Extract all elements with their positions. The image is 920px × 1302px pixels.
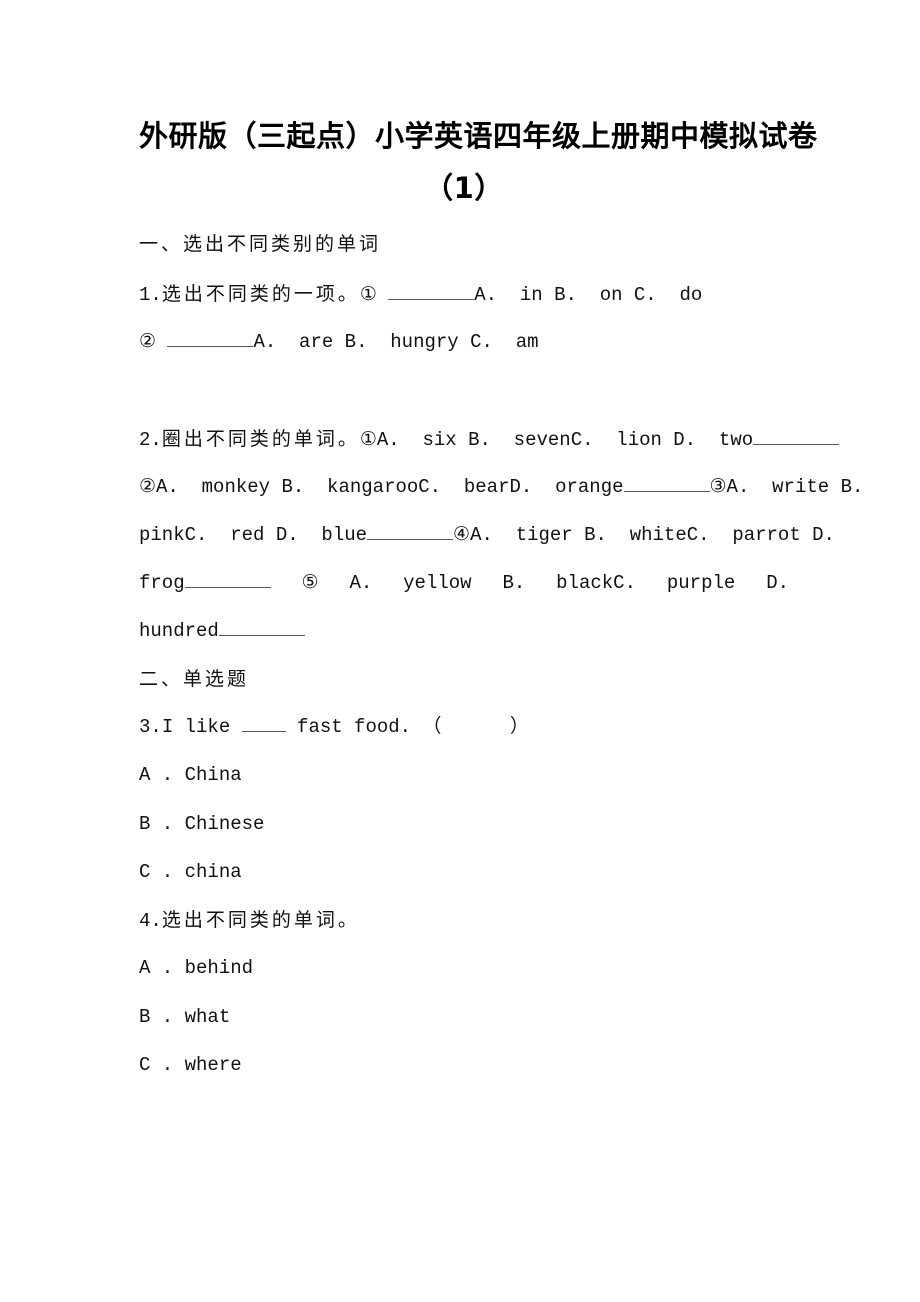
- question-4-prompt: 4.选出不同类的单词。: [139, 908, 360, 933]
- option-word: frog: [139, 571, 271, 595]
- answer-blank[interactable]: [623, 475, 710, 492]
- question-prompt: 选出不同类的一项。: [161, 283, 360, 305]
- item-marker: ①: [359, 284, 377, 306]
- options-text: pinkC. red D. blue: [139, 524, 368, 546]
- section-heading: 二、单选题: [139, 668, 250, 690]
- option-word: purple: [666, 572, 736, 594]
- answer-blank[interactable]: [367, 523, 454, 540]
- question-1-line-2: ② A. are B. hungry C. am: [139, 330, 539, 354]
- question-2-line-4: frog ⑤ A. yellow B. blackC. purple D.: [139, 571, 789, 595]
- question-2-line-5: hundred: [139, 619, 305, 643]
- option-word: yellow: [403, 572, 472, 594]
- document-title-number: （1）: [424, 171, 504, 205]
- options-text: ②A. monkey B. kangarooC. bearD. orange: [139, 476, 624, 498]
- answer-blank[interactable]: [388, 283, 475, 300]
- answer-blank[interactable]: [218, 619, 305, 636]
- answer-blank[interactable]: [241, 715, 286, 732]
- question-number: 2.: [139, 429, 162, 451]
- question-1-line-1: 1.选出不同类的一项。① A. in B. on C. do: [139, 282, 702, 307]
- answer-blank[interactable]: [753, 428, 840, 445]
- question-3-option-c[interactable]: C . china: [139, 860, 242, 884]
- section-heading: 一、选出不同类别的单词: [139, 233, 382, 255]
- question-2-line-3: pinkC. red D. blue ④A. tiger B. whiteC. p…: [139, 523, 835, 547]
- question-3-prompt: 3.I like fast food. （ ）: [139, 715, 529, 738]
- option-letter: A.: [349, 572, 373, 594]
- option-word: hundred: [139, 620, 219, 642]
- question-2-line-2: ②A. monkey B. kangarooC. bearD. orange ③A…: [139, 475, 863, 499]
- option-word: blackC.: [556, 572, 636, 594]
- question-3-option-b[interactable]: B . Chinese: [139, 812, 264, 836]
- question-number: 1.: [139, 284, 162, 306]
- answer-blank[interactable]: [167, 330, 254, 347]
- question-number: 3.: [139, 716, 162, 738]
- option-letter: D.: [766, 572, 789, 594]
- question-3-option-a[interactable]: A . China: [139, 763, 242, 787]
- question-4-option-b[interactable]: B . what: [139, 1005, 230, 1029]
- options-text: ③A. write B.: [709, 476, 864, 498]
- item-marker: ②: [139, 331, 157, 353]
- answer-blank[interactable]: [184, 571, 271, 588]
- question-prompt: 圈出不同类的单词。: [161, 428, 360, 450]
- options-text: A. in B. on C. do: [474, 284, 703, 306]
- options-text: ④A. tiger B. whiteC. parrot D.: [453, 524, 835, 546]
- question-prompt: 选出不同类的单词。: [161, 909, 360, 931]
- question-4-option-a[interactable]: A . behind: [139, 956, 253, 980]
- question-4-option-c[interactable]: C . where: [139, 1053, 242, 1077]
- document-title: 外研版（三起点）小学英语四年级上册期中模拟试卷: [139, 119, 818, 153]
- option-letter: B.: [502, 572, 526, 594]
- options-text: ①A. six B. sevenC. lion D. two: [359, 429, 754, 451]
- options-text: A. are B. hungry C. am: [253, 331, 539, 353]
- item-marker: ⑤: [301, 572, 319, 594]
- question-number: 4.: [139, 910, 162, 932]
- question-2-line-1: 2.圈出不同类的单词。①A. six B. sevenC. lion D. tw…: [139, 427, 840, 452]
